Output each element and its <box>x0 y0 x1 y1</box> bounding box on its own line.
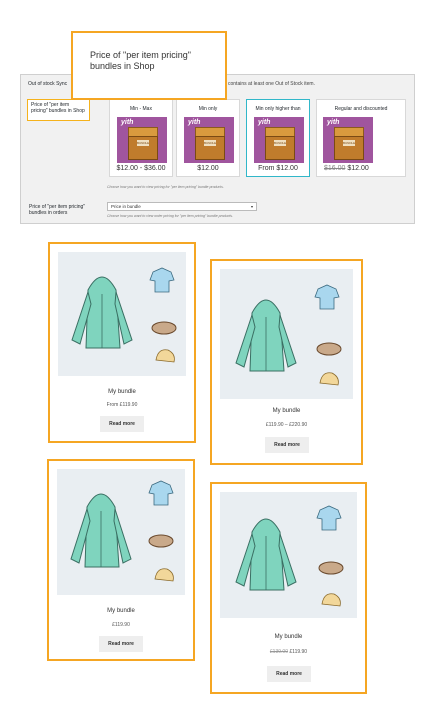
product-price: From £119.90 <box>106 402 138 408</box>
polo-shirt-icon <box>314 284 340 310</box>
product-price: £119.90 <box>112 622 130 628</box>
orders-price-help: Choose how you want to view order pricin… <box>107 214 234 218</box>
option-regular-discounted[interactable]: Regular and discounted yith BUNDLE $16.0… <box>316 99 406 177</box>
option-price: $12.00 - $36.00 <box>116 165 166 172</box>
shop-price-label: Price of "per item pricing" bundles in S… <box>27 99 90 121</box>
hoodie-icon <box>235 299 297 372</box>
read-more-button[interactable]: Read more <box>100 416 144 432</box>
product-card[interactable]: My bundle £119.90 Read more <box>47 459 195 661</box>
option-old-price: $16.00 <box>324 165 346 172</box>
cap-icon <box>155 349 175 363</box>
shop-price-help: Choose how you want to view pricing for … <box>107 185 224 189</box>
product-name[interactable]: My bundle <box>212 634 365 640</box>
cap-icon <box>319 372 339 386</box>
product-card[interactable]: My bundle From £119.90 Read more <box>48 242 196 443</box>
product-old-price: £139.00 <box>269 649 288 655</box>
option-price: $16.00 $12.00 <box>317 165 405 172</box>
option-price: $12.00 <box>197 165 219 172</box>
option-min-only[interactable]: Min only yith BUNDLE $12.00 <box>176 99 240 177</box>
orders-price-label: Price of "per item pricing" bundles in o… <box>29 204 86 216</box>
product-image[interactable] <box>220 269 353 399</box>
cap-icon <box>154 568 174 582</box>
polo-shirt-icon <box>316 505 342 531</box>
product-card[interactable]: My bundle £139.00 £119.90 Read more <box>210 482 367 694</box>
option-min-only-higher[interactable]: Min only higher than yith BUNDLE From $1… <box>246 99 310 177</box>
product-price: £119.90 – £220.90 <box>265 422 308 428</box>
product-image[interactable] <box>57 469 185 595</box>
callout-box: Price of "per item pricing" bundles in S… <box>71 31 227 100</box>
bundle-box-icon: yith BUNDLE <box>254 117 304 163</box>
out-of-stock-desc: contains at least one Out of Stock item. <box>228 81 315 87</box>
polo-shirt-icon <box>149 267 175 293</box>
belt-icon <box>318 561 344 575</box>
callout-title: Price of "per item pricing" bundles in S… <box>90 50 191 71</box>
product-name[interactable]: My bundle <box>50 389 194 395</box>
hoodie-icon <box>71 276 133 349</box>
product-name[interactable]: My bundle <box>212 408 361 414</box>
product-price: £139.00 £119.90 <box>212 649 365 655</box>
chevron-down-icon: ▾ <box>250 204 253 209</box>
orders-price-select[interactable]: Price in bundle ▾ <box>107 202 257 211</box>
option-title: Min only higher than <box>255 106 301 112</box>
product-image[interactable] <box>220 492 357 618</box>
read-more-button[interactable]: Read more <box>267 666 311 682</box>
hoodie-icon <box>70 493 132 568</box>
option-new-price: $12.00 <box>347 165 369 172</box>
option-price: From $12.00 <box>258 165 298 172</box>
product-sale-price: £119.90 <box>289 649 308 655</box>
product-card[interactable]: My bundle £119.90 – £220.90 Read more <box>210 259 363 465</box>
bundle-box-icon: yith BUNDLE <box>117 117 167 163</box>
cap-icon <box>321 593 341 607</box>
bundle-box-icon: yith BUNDLE <box>323 117 373 163</box>
option-title: Min only <box>198 106 218 112</box>
option-min-max[interactable]: Min - Max yith BUNDLE $12.00 - $36.00 <box>109 99 173 177</box>
option-title: Min - Max <box>130 106 152 112</box>
belt-icon <box>151 321 177 335</box>
product-image[interactable] <box>58 252 186 376</box>
bundle-box-icon: yith BUNDLE <box>184 117 234 163</box>
product-name[interactable]: My bundle <box>49 608 193 614</box>
belt-icon <box>316 342 342 356</box>
out-of-stock-label: Out of stock Sync <box>28 81 68 87</box>
polo-shirt-icon <box>148 480 174 506</box>
read-more-button[interactable]: Read more <box>99 636 143 652</box>
option-title: Regular and discounted <box>334 106 388 112</box>
belt-icon <box>148 534 174 548</box>
read-more-button[interactable]: Read more <box>265 437 309 453</box>
hoodie-icon <box>235 518 297 591</box>
